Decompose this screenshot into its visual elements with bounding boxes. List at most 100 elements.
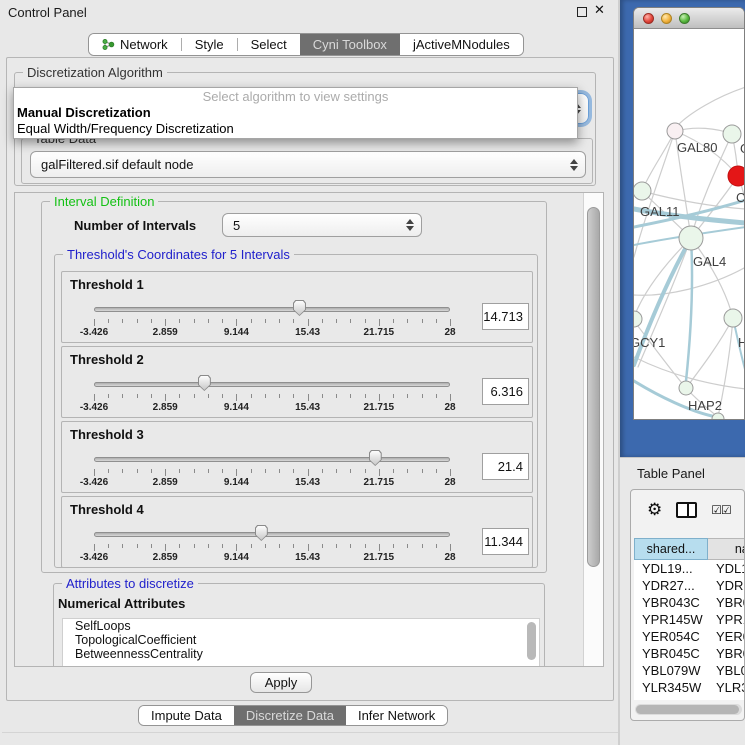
slider-thumb[interactable] [369,450,382,466]
table-cell[interactable]: YBR045C [708,645,745,662]
table-cell[interactable]: YBL079W [634,662,708,679]
network-node[interactable] [712,413,724,420]
slider-tick [94,319,95,326]
combobox-spinner-icon[interactable] [406,219,414,231]
threshold-value-field[interactable]: 6.316 [482,378,529,405]
table-row[interactable]: YBR043CYBR043C [634,594,745,611]
numerical-attributes-list[interactable]: SelfLoopsTopologicalCoefficientBetweenne… [62,618,540,667]
table-column-header[interactable]: name [708,538,745,560]
cyni-bottom-tabbar: Impute Data Discretize Data Infer Networ… [138,705,448,726]
panel-scrollbar-track[interactable] [583,193,603,666]
tab-impute-data[interactable]: Impute Data [139,706,234,725]
threshold-value-field[interactable]: 21.4 [482,453,529,480]
table-row[interactable]: YIL052CYIL052C [634,696,745,700]
table-row[interactable]: YER054CYER054C [634,628,745,645]
network-node[interactable] [724,309,742,327]
table-cell[interactable]: YDL19... [708,560,745,577]
network-canvas[interactable]: GAL80GACGAL11GAL4GCY1HHAP2 [634,29,745,420]
network-node[interactable] [634,182,651,200]
table-cell[interactable]: YER054C [634,628,708,645]
network-node[interactable] [679,226,703,250]
tab-style[interactable]: Style [182,34,237,55]
table-cell[interactable]: YPR145W [708,611,745,628]
table-cell[interactable]: YPR145W [634,611,708,628]
number-of-intervals-combobox[interactable]: 5 [222,213,422,237]
table-cell[interactable]: YIL052C [708,696,745,700]
table-cell[interactable]: YBL079W [708,662,745,679]
list-scrollbar-thumb[interactable] [527,622,536,660]
slider-thumb[interactable] [198,375,211,391]
network-edge[interactable] [634,267,745,295]
tab-infer-network[interactable]: Infer Network [346,706,447,725]
network-edge[interactable] [678,87,745,125]
table-cell[interactable]: YDR27... [634,577,708,594]
tab-discretize-data[interactable]: Discretize Data [234,706,346,725]
close-panel-icon[interactable]: ✕ [594,3,605,18]
float-window-icon[interactable] [577,7,587,17]
attribute-list-item[interactable]: TopologicalCoefficient [63,633,539,647]
slider-track[interactable] [94,457,450,462]
table-data-combobox[interactable]: galFiltered.sif default node [30,151,586,178]
table-cell[interactable]: YBR045C [634,645,708,662]
table-column-header[interactable]: shared... [634,538,708,560]
network-edge[interactable] [642,131,675,191]
minimize-window-icon[interactable] [661,13,672,24]
attribute-list-item[interactable]: SelfLoops [63,619,539,633]
table-cell[interactable]: YDR27... [708,577,745,594]
close-window-icon[interactable] [643,13,654,24]
split-view-icon[interactable] [676,502,697,518]
network-edge[interactable] [686,238,692,381]
slider-tick [179,469,180,473]
table-row[interactable]: YBR045CYBR045C [634,645,745,662]
table-cell[interactable]: YLR345W [634,679,708,696]
table-cell[interactable]: YER054C [708,628,745,645]
slider-tick-label: 28 [444,327,455,338]
network-node[interactable] [728,166,745,186]
table-cell[interactable]: YBR043C [634,594,708,611]
tab-network[interactable]: Network [89,34,181,55]
threshold-value-field[interactable]: 14.713 [482,303,529,330]
table-cell[interactable]: YBR043C [708,594,745,611]
slider-thumb[interactable] [293,300,306,316]
slider-thumb[interactable] [255,525,268,541]
table-row[interactable]: YBL079WYBL079W [634,662,745,679]
slider-tick [279,319,280,323]
network-window-titlebar[interactable] [634,8,744,29]
table-row[interactable]: YPR145WYPR145W [634,611,745,628]
dropdown-placeholder-item[interactable]: Select algorithm to view settings [14,88,577,105]
network-edge[interactable] [634,321,686,388]
table-hscrollbar-track[interactable] [635,704,742,715]
select-columns-icons[interactable]: ☑☑ [711,503,731,517]
network-node[interactable] [679,381,693,395]
slider-tick [251,469,252,473]
slider-tick [251,319,252,323]
gear-icon[interactable]: ⚙ [647,500,662,520]
network-node[interactable] [723,125,741,143]
apply-button[interactable]: Apply [250,672,312,693]
tab-jactivemnodules[interactable]: jActiveMNodules [400,34,523,55]
table-row[interactable]: YDL19...YDL19... [634,560,745,577]
network-node[interactable] [667,123,683,139]
table-cell[interactable]: YLR345W [708,679,745,696]
table-hscrollbar-thumb[interactable] [636,705,739,714]
network-node[interactable] [634,311,642,327]
slider-track[interactable] [94,382,450,387]
dropdown-option-manual-discretization[interactable]: Manual Discretization [14,105,577,121]
dropdown-option-equal-width-frequency[interactable]: Equal Width/Frequency Discretization [14,121,577,137]
tab-cyni-toolbox[interactable]: Cyni Toolbox [300,34,400,55]
threshold-value-field[interactable]: 11.344 [482,528,529,555]
table-row[interactable]: YLR345WYLR345W [634,679,745,696]
slider-tick [365,394,366,398]
slider-track[interactable] [94,532,450,537]
network-edge[interactable] [691,238,733,318]
table-cell[interactable]: YIL052C [634,696,708,700]
table-row[interactable]: YDR27...YDR27... [634,577,745,594]
zoom-window-icon[interactable] [679,13,690,24]
table-cell[interactable]: YDL19... [634,560,708,577]
panel-scrollbar-thumb[interactable] [587,207,600,567]
attribute-list-item[interactable]: BetweennessCentrality [63,647,539,661]
tab-select[interactable]: Select [238,34,300,55]
slider-track[interactable] [94,307,450,312]
combobox-spinner-icon[interactable] [570,159,578,171]
slider-tick [279,394,280,398]
